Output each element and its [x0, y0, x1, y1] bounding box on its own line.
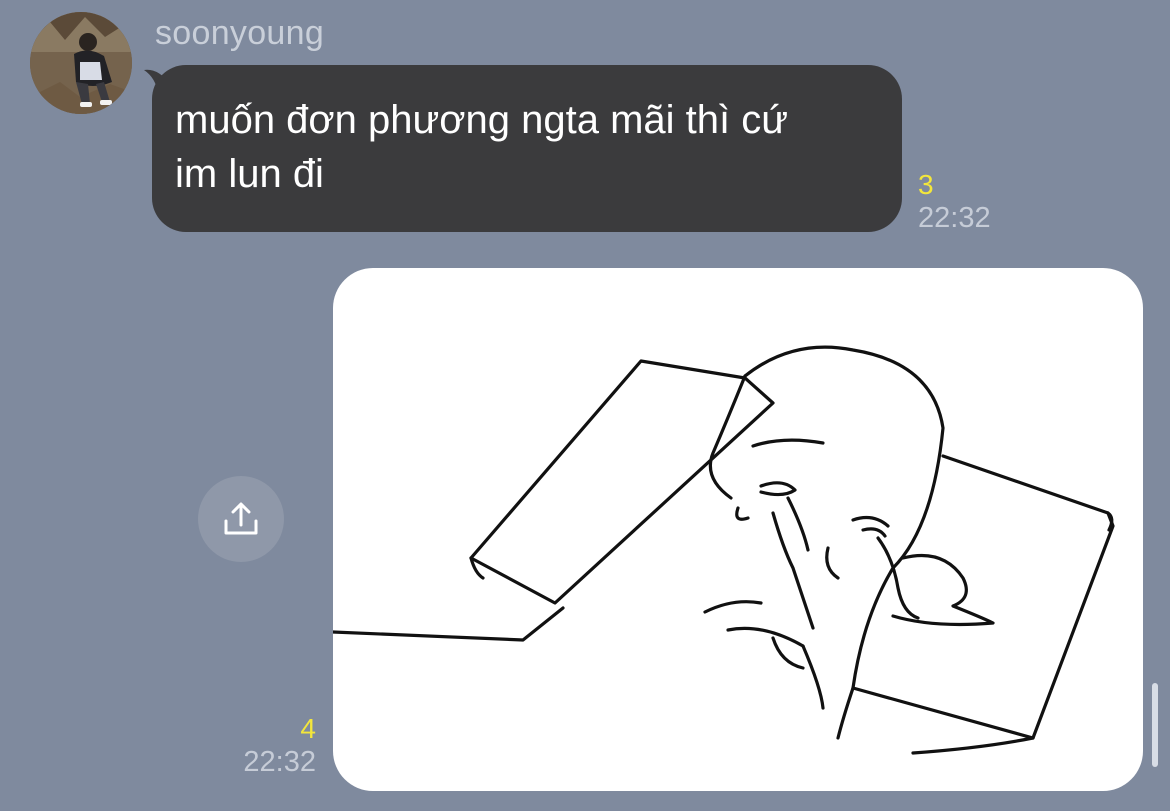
message-time: 22:32 [243, 746, 316, 778]
crying-face-drawing [333, 345, 1115, 755]
incoming-message-bubble[interactable]: muốn đơn phương ngta mãi thì cứ im lun đ… [152, 65, 902, 232]
unread-count: 3 [918, 169, 934, 200]
outgoing-message-meta: 4 22:32 [243, 714, 316, 780]
share-icon [224, 502, 258, 535]
share-button[interactable] [198, 476, 284, 562]
avatar-photo [30, 12, 132, 114]
message-time: 22:32 [918, 202, 991, 234]
scrollbar[interactable] [1152, 683, 1158, 767]
sender-name: soonyoung [155, 14, 325, 52]
message-text-line: im lun đi [175, 152, 324, 196]
message-text-line: muốn đơn phương ngta mãi thì cứ [175, 98, 789, 142]
incoming-message-meta: 3 22:32 [918, 170, 991, 236]
unread-count: 4 [300, 713, 316, 744]
avatar[interactable] [30, 12, 132, 114]
image-message[interactable] [333, 268, 1143, 791]
